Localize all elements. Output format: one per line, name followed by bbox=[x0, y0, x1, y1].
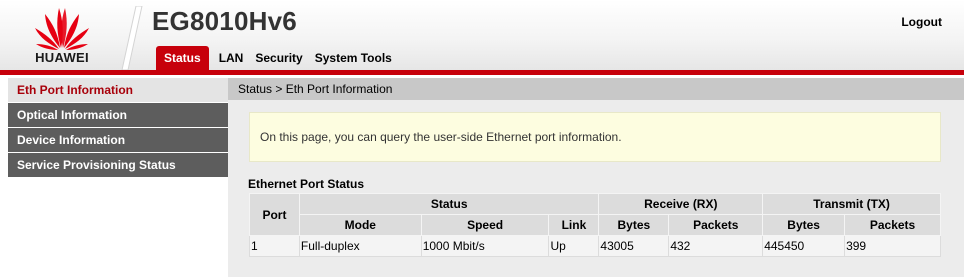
column-header-tx-packets: Packets bbox=[844, 214, 941, 236]
column-header-link: Link bbox=[548, 214, 600, 236]
cell-rx-bytes: 43005 bbox=[598, 235, 670, 257]
logo-text: HUAWEI bbox=[35, 50, 89, 65]
column-header-rx-packets: Packets bbox=[668, 214, 764, 236]
column-header-port: Port bbox=[249, 193, 300, 236]
cell-port: 1 bbox=[249, 235, 300, 257]
cell-link: Up bbox=[548, 235, 600, 257]
cell-tx-bytes: 445450 bbox=[762, 235, 846, 257]
column-header-rx-bytes: Bytes bbox=[598, 214, 670, 236]
column-group-status: Status bbox=[298, 193, 600, 215]
table-row: 1 Full-duplex 1000 Mbit/s Up 43005 432 4… bbox=[249, 235, 941, 257]
column-header-mode: Mode bbox=[298, 214, 422, 236]
cell-mode: Full-duplex bbox=[298, 235, 422, 257]
sidebar-item-optical-information[interactable]: Optical Information bbox=[8, 103, 228, 128]
page-notice: On this page, you can query the user-sid… bbox=[249, 112, 941, 162]
breadcrumb: Status > Eth Port Information bbox=[228, 78, 964, 100]
sidebar: Eth Port Information Optical Information… bbox=[8, 78, 228, 178]
column-header-tx-bytes: Bytes bbox=[762, 214, 846, 236]
header-accent-bar bbox=[0, 70, 964, 75]
logout-link[interactable]: Logout bbox=[901, 15, 942, 29]
column-group-receive: Receive (RX) bbox=[598, 193, 764, 215]
sidebar-item-eth-port-information[interactable]: Eth Port Information bbox=[8, 78, 228, 103]
huawei-logo: HUAWEI bbox=[8, 0, 116, 70]
sidebar-item-device-information[interactable]: Device Information bbox=[8, 128, 228, 153]
nav-tab-system-tools[interactable]: System Tools bbox=[309, 46, 398, 70]
product-name: EG8010Hv6 bbox=[152, 6, 297, 36]
nav-tab-status[interactable]: Status bbox=[156, 46, 209, 70]
cell-rx-packets: 432 bbox=[668, 235, 764, 257]
header: HUAWEI EG8010Hv6 Logout Status LAN Secur… bbox=[0, 0, 964, 70]
cell-tx-packets: 399 bbox=[844, 235, 941, 257]
section-title: Ethernet Port Status bbox=[248, 177, 365, 191]
ethernet-port-table: Port Status Receive (RX) Transmit (TX) M… bbox=[249, 193, 941, 257]
huawei-petal-icon bbox=[35, 8, 89, 50]
cell-speed: 1000 Mbit/s bbox=[420, 235, 550, 257]
nav-tab-security[interactable]: Security bbox=[249, 46, 308, 70]
nav-tab-lan[interactable]: LAN bbox=[213, 46, 250, 70]
header-divider-slash bbox=[121, 6, 143, 70]
column-header-speed: Speed bbox=[420, 214, 550, 236]
main-content: Status > Eth Port Information On this pa… bbox=[228, 78, 964, 277]
column-group-transmit: Transmit (TX) bbox=[762, 193, 941, 215]
sidebar-item-service-provisioning-status[interactable]: Service Provisioning Status bbox=[8, 153, 228, 178]
top-nav: Status LAN Security System Tools bbox=[156, 46, 398, 70]
